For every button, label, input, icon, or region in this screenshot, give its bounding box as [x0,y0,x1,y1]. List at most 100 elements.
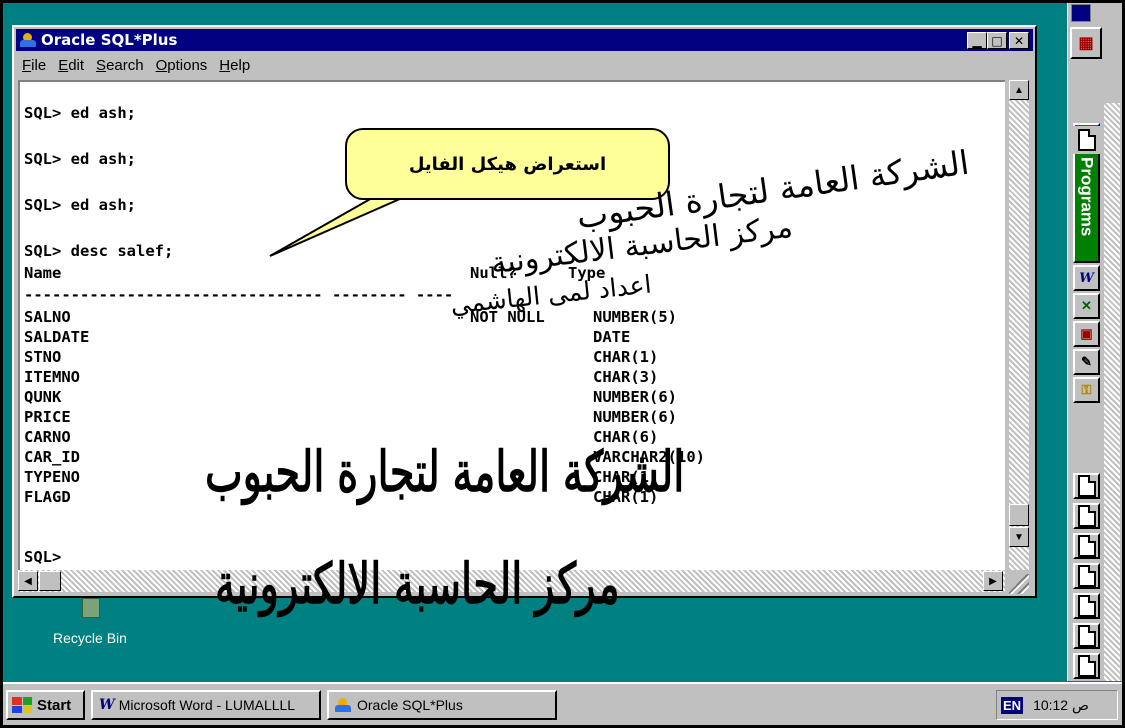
row-name: QUNK [24,388,62,406]
row-name: FLAGD [24,488,71,506]
row-name: SALNO [24,308,71,326]
doc-shortcut-1[interactable] [1073,473,1100,499]
row-type: CHAR(3) [593,368,659,386]
document-icon [1077,625,1096,647]
vertical-scrollbar[interactable]: ▲ ▼ [1009,80,1029,570]
word-icon: W [99,697,115,713]
office-bar-strip [1104,103,1120,681]
row-type: NUMBER(5) [593,308,677,326]
task-word-label: Microsoft Word - LUMALLLL [118,697,296,713]
arrow-right-icon: ▶ [989,575,997,587]
callout-text: استعراض هيكل الفايل [408,153,607,175]
key-icon: ⚿ [1081,382,1092,397]
system-tray: EN 10:12 ص [996,690,1118,720]
task-word[interactable]: W Microsoft Word - LUMALLLL [91,690,321,720]
console-line: SQL> ed ash; [24,196,136,214]
menu-search[interactable]: Search [90,57,150,74]
oracle-app-icon [335,697,351,713]
maximize-icon: □ [991,33,1003,48]
document-icon [1077,475,1096,497]
sql-prompt: SQL> [24,548,62,566]
menu-file[interactable]: File [16,57,52,74]
menu-edit[interactable]: Edit [52,57,90,74]
key-shortcut[interactable]: ⚿ [1073,377,1100,403]
scroll-left-button[interactable]: ◀ [18,571,38,591]
row-name: TYPENO [24,468,80,486]
arrow-left-icon: ◀ [24,575,32,587]
recycle-bin-label: Recycle Bin [53,630,127,646]
oracle-app-icon [20,32,36,48]
office-menu-icon[interactable] [1071,4,1091,22]
programs-label: Programs [1077,157,1097,237]
excel-icon: ✕ [1081,298,1092,313]
row-name: SALDATE [24,328,90,346]
document-icon [1077,565,1096,587]
windows-logo-icon [12,697,32,713]
row-name: PRICE [24,408,71,426]
console-line: SQL> ed ash; [24,150,136,168]
scheduler-icon: ✎ [1081,354,1092,369]
row-type: CHAR(1) [593,348,659,366]
doc-shortcut-3[interactable] [1073,533,1100,559]
taskbar: Start W Microsoft Word - LUMALLLL Oracle… [3,682,1122,725]
arrow-up-icon: ▲ [1014,84,1024,96]
scheduler-shortcut[interactable]: ✎ [1073,349,1100,375]
office-shortcut-bar: ▦ Programs W ✕ ▣ ✎ ⚿ [1067,3,1122,681]
doc-shortcut-5[interactable] [1073,593,1100,619]
clock[interactable]: 10:12 ص [1033,697,1089,714]
maximize-button[interactable]: □ [987,32,1007,49]
menu-options[interactable]: Options [150,57,214,74]
row-name: STNO [24,348,62,366]
powerpoint-shortcut[interactable]: ▣ [1073,321,1100,347]
resize-grip[interactable] [1009,574,1029,594]
recycle-bin-icon [72,598,108,624]
doc-shortcut-7[interactable] [1073,653,1100,679]
row-type: DATE [593,328,631,346]
language-indicator[interactable]: EN [1001,696,1024,714]
scroll-down-button[interactable]: ▼ [1009,527,1029,547]
console-line: SQL> ed ash; [24,104,136,122]
task-sqlplus[interactable]: Oracle SQL*Plus [327,690,557,720]
vertical-scroll-thumb[interactable] [1009,504,1029,526]
minimize-button[interactable]: ▁ [967,32,987,49]
doc-shortcut-2[interactable] [1073,503,1100,529]
start-button[interactable]: Start [6,690,85,720]
callout-balloon: استعراض هيكل الفايل [345,128,670,200]
task-sqlplus-label: Oracle SQL*Plus [357,697,463,713]
doc-shortcut-4[interactable] [1073,563,1100,589]
row-type: NUMBER(6) [593,408,677,426]
row-name: ITEMNO [24,368,80,386]
powerpoint-icon: ▣ [1080,326,1093,341]
document-icon [1077,505,1096,527]
document-icon [1077,535,1096,557]
window-titlebar[interactable]: Oracle SQL*Plus ▁ □ ✕ [16,29,1033,51]
console-line: SQL> desc salef; [24,242,174,260]
excel-shortcut[interactable]: ✕ [1073,293,1100,319]
overlay-big-center: مركز الحاسبة الالكترونية [215,552,621,618]
start-label: Start [37,696,72,714]
programs-doc-icon [1073,126,1100,154]
header-name: Name [24,264,62,282]
recycle-bin[interactable]: Recycle Bin [30,598,150,646]
close-icon: ✕ [1013,33,1025,48]
office-icon: ▦ [1078,35,1094,52]
header-separator: -------------------------------- -------… [24,286,454,304]
document-icon [1077,655,1096,677]
minimize-icon: ▁ [972,33,982,48]
word-shortcut[interactable]: W [1073,265,1100,291]
row-type: NUMBER(6) [593,388,677,406]
window-title: Oracle SQL*Plus [41,31,178,49]
row-name: CAR_ID [24,448,80,466]
close-button[interactable]: ✕ [1009,32,1029,49]
doc-shortcut-6[interactable] [1073,623,1100,649]
word-icon: W [1079,270,1094,286]
overlay-big-company: الشركة العامة لتجارة الحبوب [204,440,685,506]
scroll-up-button[interactable]: ▲ [1009,80,1029,100]
arrow-down-icon: ▼ [1014,531,1024,543]
menu-help[interactable]: Help [213,57,256,74]
document-icon [1077,595,1096,617]
menu-bar: File Edit Search Options Help [16,54,1033,76]
office-start-button[interactable]: ▦ [1070,27,1102,59]
horizontal-scroll-thumb[interactable] [39,571,61,591]
scroll-right-button[interactable]: ▶ [983,571,1003,591]
